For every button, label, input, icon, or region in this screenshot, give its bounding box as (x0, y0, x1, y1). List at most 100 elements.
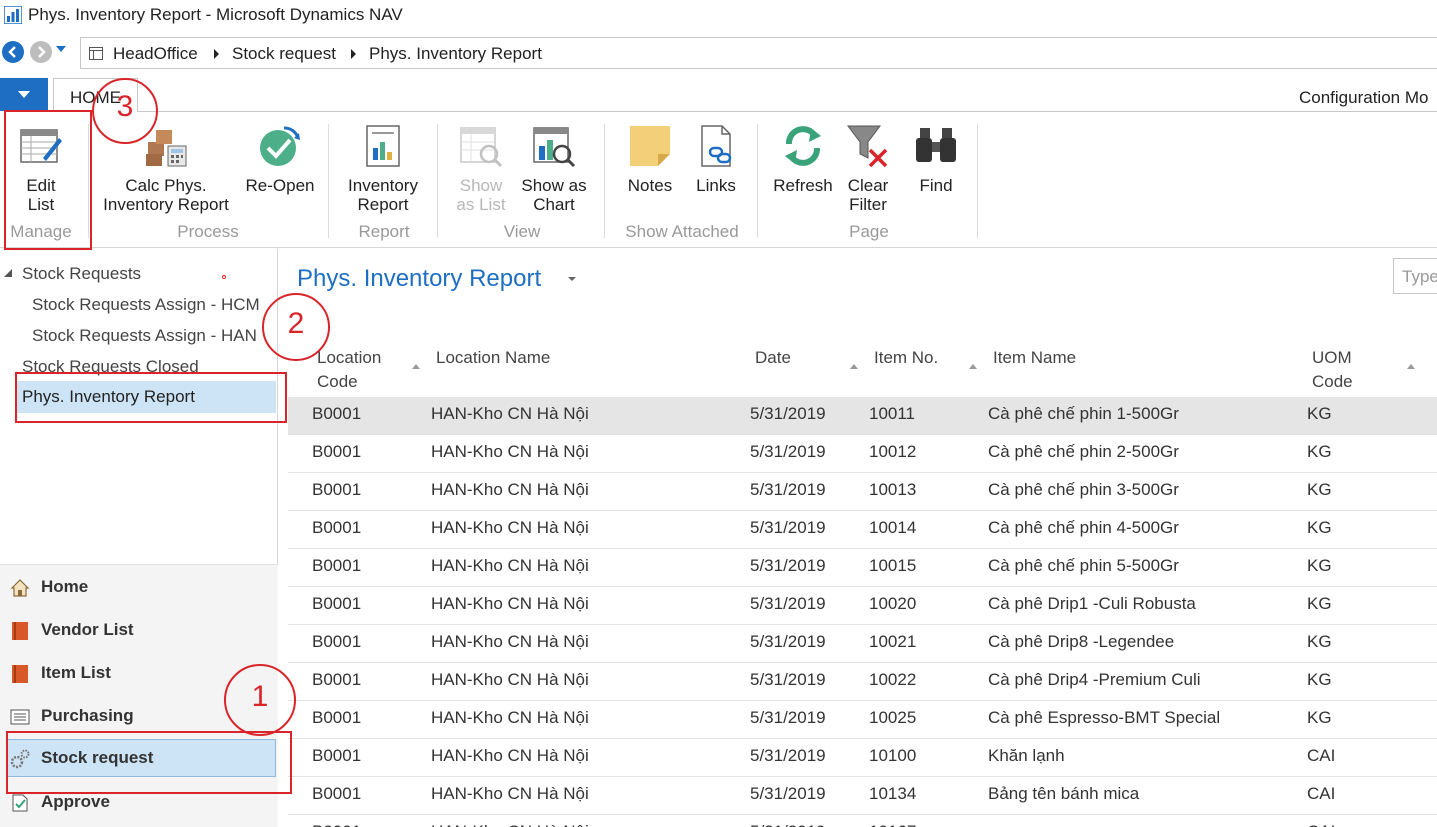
configuration-mode-label[interactable]: Configuration Mo (1299, 88, 1428, 108)
cell-location-name: HAN-Kho CN Hà Nội (431, 404, 589, 423)
nav-stock-requests[interactable]: Stock Requests (22, 264, 141, 284)
cell-uom-code: CAI (1307, 822, 1335, 827)
book-icon (12, 622, 28, 640)
col-header-uom-code[interactable]: UOM Code (1312, 346, 1353, 394)
breadcrumb-separator-icon (214, 49, 219, 59)
table-row[interactable]: B0001 HAN-Kho CN Hà Nội 5/31/2019 10167 CAI (288, 815, 1437, 827)
col-header-item-name[interactable]: Item Name (993, 346, 1076, 370)
dept-home[interactable]: Home (0, 569, 278, 607)
cell-item-no: 10020 (869, 594, 917, 613)
back-button[interactable] (2, 41, 24, 63)
col-uom-code-2: Code (1312, 372, 1353, 391)
table-row[interactable]: B0001 HAN-Kho CN Hà Nội 5/31/2019 10022 Cà p… (288, 663, 1437, 701)
cell-location-name: HAN-Kho CN Hà Nội (431, 594, 589, 613)
cell-location-name: HAN-Kho CN Hà Nội (431, 784, 589, 803)
group-divider (977, 124, 978, 238)
table-row[interactable]: B0001 HAN-Kho CN Hà Nội 5/31/2019 10011 Cà p… (288, 397, 1437, 435)
cell-location-code: B0001 (312, 442, 362, 461)
show-as-chart-button[interactable]: Show as Chart (516, 112, 592, 214)
dept-vendor-list[interactable]: Vendor List (0, 612, 278, 650)
cell-item-name: Cà phê Drip1 -Culi Robusta (988, 594, 1196, 613)
table-row[interactable]: B0001 HAN-Kho CN Hà Nội 5/31/2019 10025 Cà p… (288, 701, 1437, 739)
breadcrumb-stock-request[interactable]: Stock request (232, 44, 336, 64)
calc-label-2: Inventory Report (103, 195, 229, 214)
notes-button[interactable]: Notes (618, 112, 682, 195)
col-header-location-code[interactable]: Location Code (317, 346, 381, 394)
collapse-triangle-icon[interactable] (4, 269, 12, 277)
cell-uom-code: KG (1307, 556, 1332, 575)
application-menu-button[interactable] (0, 78, 48, 111)
cell-item-no: 10134 (869, 784, 917, 803)
search-input[interactable]: Type (1393, 258, 1437, 294)
group-label-page: Page (849, 222, 889, 241)
table-row[interactable]: B0001 HAN-Kho CN Hà Nội 5/31/2019 10013 Cà p… (288, 473, 1437, 511)
cell-location-code: B0001 (312, 518, 362, 537)
sort-arrow-icon (850, 364, 858, 369)
breadcrumb-phys-inventory[interactable]: Phys. Inventory Report (369, 44, 542, 64)
col-header-location-name[interactable]: Location Name (436, 346, 550, 370)
table-row[interactable]: B0001 HAN-Kho CN Hà Nội 5/31/2019 10020 Cà p… (288, 587, 1437, 625)
dept-vendor-list-label: Vendor List (41, 620, 134, 639)
table-row[interactable]: B0001 HAN-Kho CN Hà Nội 5/31/2019 10021 Cà p… (288, 625, 1437, 663)
address-box[interactable]: HeadOffice Stock request Phys. Inventory… (80, 37, 1437, 69)
page-title[interactable]: Phys. Inventory Report (297, 265, 541, 293)
data-grid: B0001 HAN-Kho CN Hà Nội 5/31/2019 10011 Cà p… (288, 397, 1437, 827)
cell-item-no: 10014 (869, 518, 917, 537)
table-row[interactable]: B0001 HAN-Kho CN Hà Nội 5/31/2019 10014 Cà p… (288, 511, 1437, 549)
col-header-item-no[interactable]: Item No. (874, 346, 938, 370)
notes-icon (628, 124, 672, 168)
cell-date: 5/31/2019 (750, 518, 826, 537)
cell-date: 5/31/2019 (750, 404, 826, 423)
cell-location-code: B0001 (312, 708, 362, 727)
cell-item-no: 10011 (869, 404, 916, 423)
nav-stock-requests-assign-han[interactable]: Stock Requests Assign - HAN (32, 326, 268, 346)
cell-item-name: Cà phê Espresso-BMT Special (988, 708, 1221, 727)
cell-location-name: HAN-Kho CN Hà Nội (431, 556, 589, 575)
arrow-left-icon (8, 46, 16, 58)
cell-uom-code: CAI (1307, 784, 1336, 803)
show-as-list-button[interactable]: Show as List (448, 112, 514, 214)
nav-stock-requests-assign-hcm[interactable]: Stock Requests Assign - HCM (32, 295, 268, 315)
ribbon-tabs: HOME Configuration Mo (0, 78, 1437, 112)
cell-item-no: 10025 (869, 708, 917, 727)
col-location-code-1: Location (317, 348, 382, 367)
show-list-icon (459, 124, 503, 168)
clear-filter-icon (846, 124, 890, 168)
cell-item-name: Cà phê Drip8 -Legendee (988, 632, 1175, 651)
title-dropdown-icon[interactable] (568, 277, 576, 281)
table-row[interactable]: B0001 HAN-Kho CN Hà Nội 5/31/2019 10100 Khăn… (288, 739, 1437, 777)
inventory-report-button[interactable]: Inventory Report (338, 112, 428, 214)
cell-item-no: 10012 (869, 442, 917, 461)
table-row[interactable]: B0001 HAN-Kho CN Hà Nội 5/31/2019 10134 Bảng… (288, 777, 1437, 815)
cell-uom-code: KG (1307, 480, 1332, 499)
breadcrumb-headoffice[interactable]: HeadOffice (113, 44, 198, 64)
group-divider (328, 124, 329, 238)
table-row[interactable]: B0001 HAN-Kho CN Hà Nội 5/31/2019 10015 Cà p… (288, 549, 1437, 587)
table-row[interactable]: B0001 HAN-Kho CN Hà Nội 5/31/2019 10012 Cà p… (288, 435, 1437, 473)
cell-location-name: HAN-Kho CN Hà Nội (431, 746, 589, 765)
reopen-button[interactable]: Re-Open (240, 112, 320, 195)
links-label: Links (696, 176, 736, 195)
annotation-box-manage (4, 110, 92, 250)
cell-location-name: HAN-Kho CN Hà Nội (431, 480, 589, 499)
links-button[interactable]: Links (686, 112, 746, 195)
show-list-label-2: as List (456, 195, 506, 214)
annotation-box-stock-request (6, 731, 292, 794)
col-header-date[interactable]: Date (755, 346, 791, 370)
dept-item-list-label: Item List (41, 663, 111, 682)
group-divider (604, 124, 605, 238)
show-chart-icon (532, 124, 576, 168)
arrow-right-icon (38, 46, 46, 58)
clear-filter-button[interactable]: Clear Filter (838, 112, 898, 214)
find-button[interactable]: Find (904, 112, 968, 195)
ribbon: Edit List Manage Calc Phys. Inventory Re… (0, 112, 1437, 248)
refresh-button[interactable]: Refresh (768, 112, 838, 195)
history-dropdown-icon[interactable] (56, 46, 66, 54)
cell-item-no: 10167 (869, 822, 916, 827)
cell-date: 5/31/2019 (750, 746, 826, 765)
cell-item-no: 10100 (869, 746, 917, 765)
refresh-icon (781, 124, 825, 168)
forward-button[interactable] (30, 41, 52, 63)
cell-uom-code: KG (1307, 594, 1332, 613)
cell-date: 5/31/2019 (750, 784, 826, 803)
